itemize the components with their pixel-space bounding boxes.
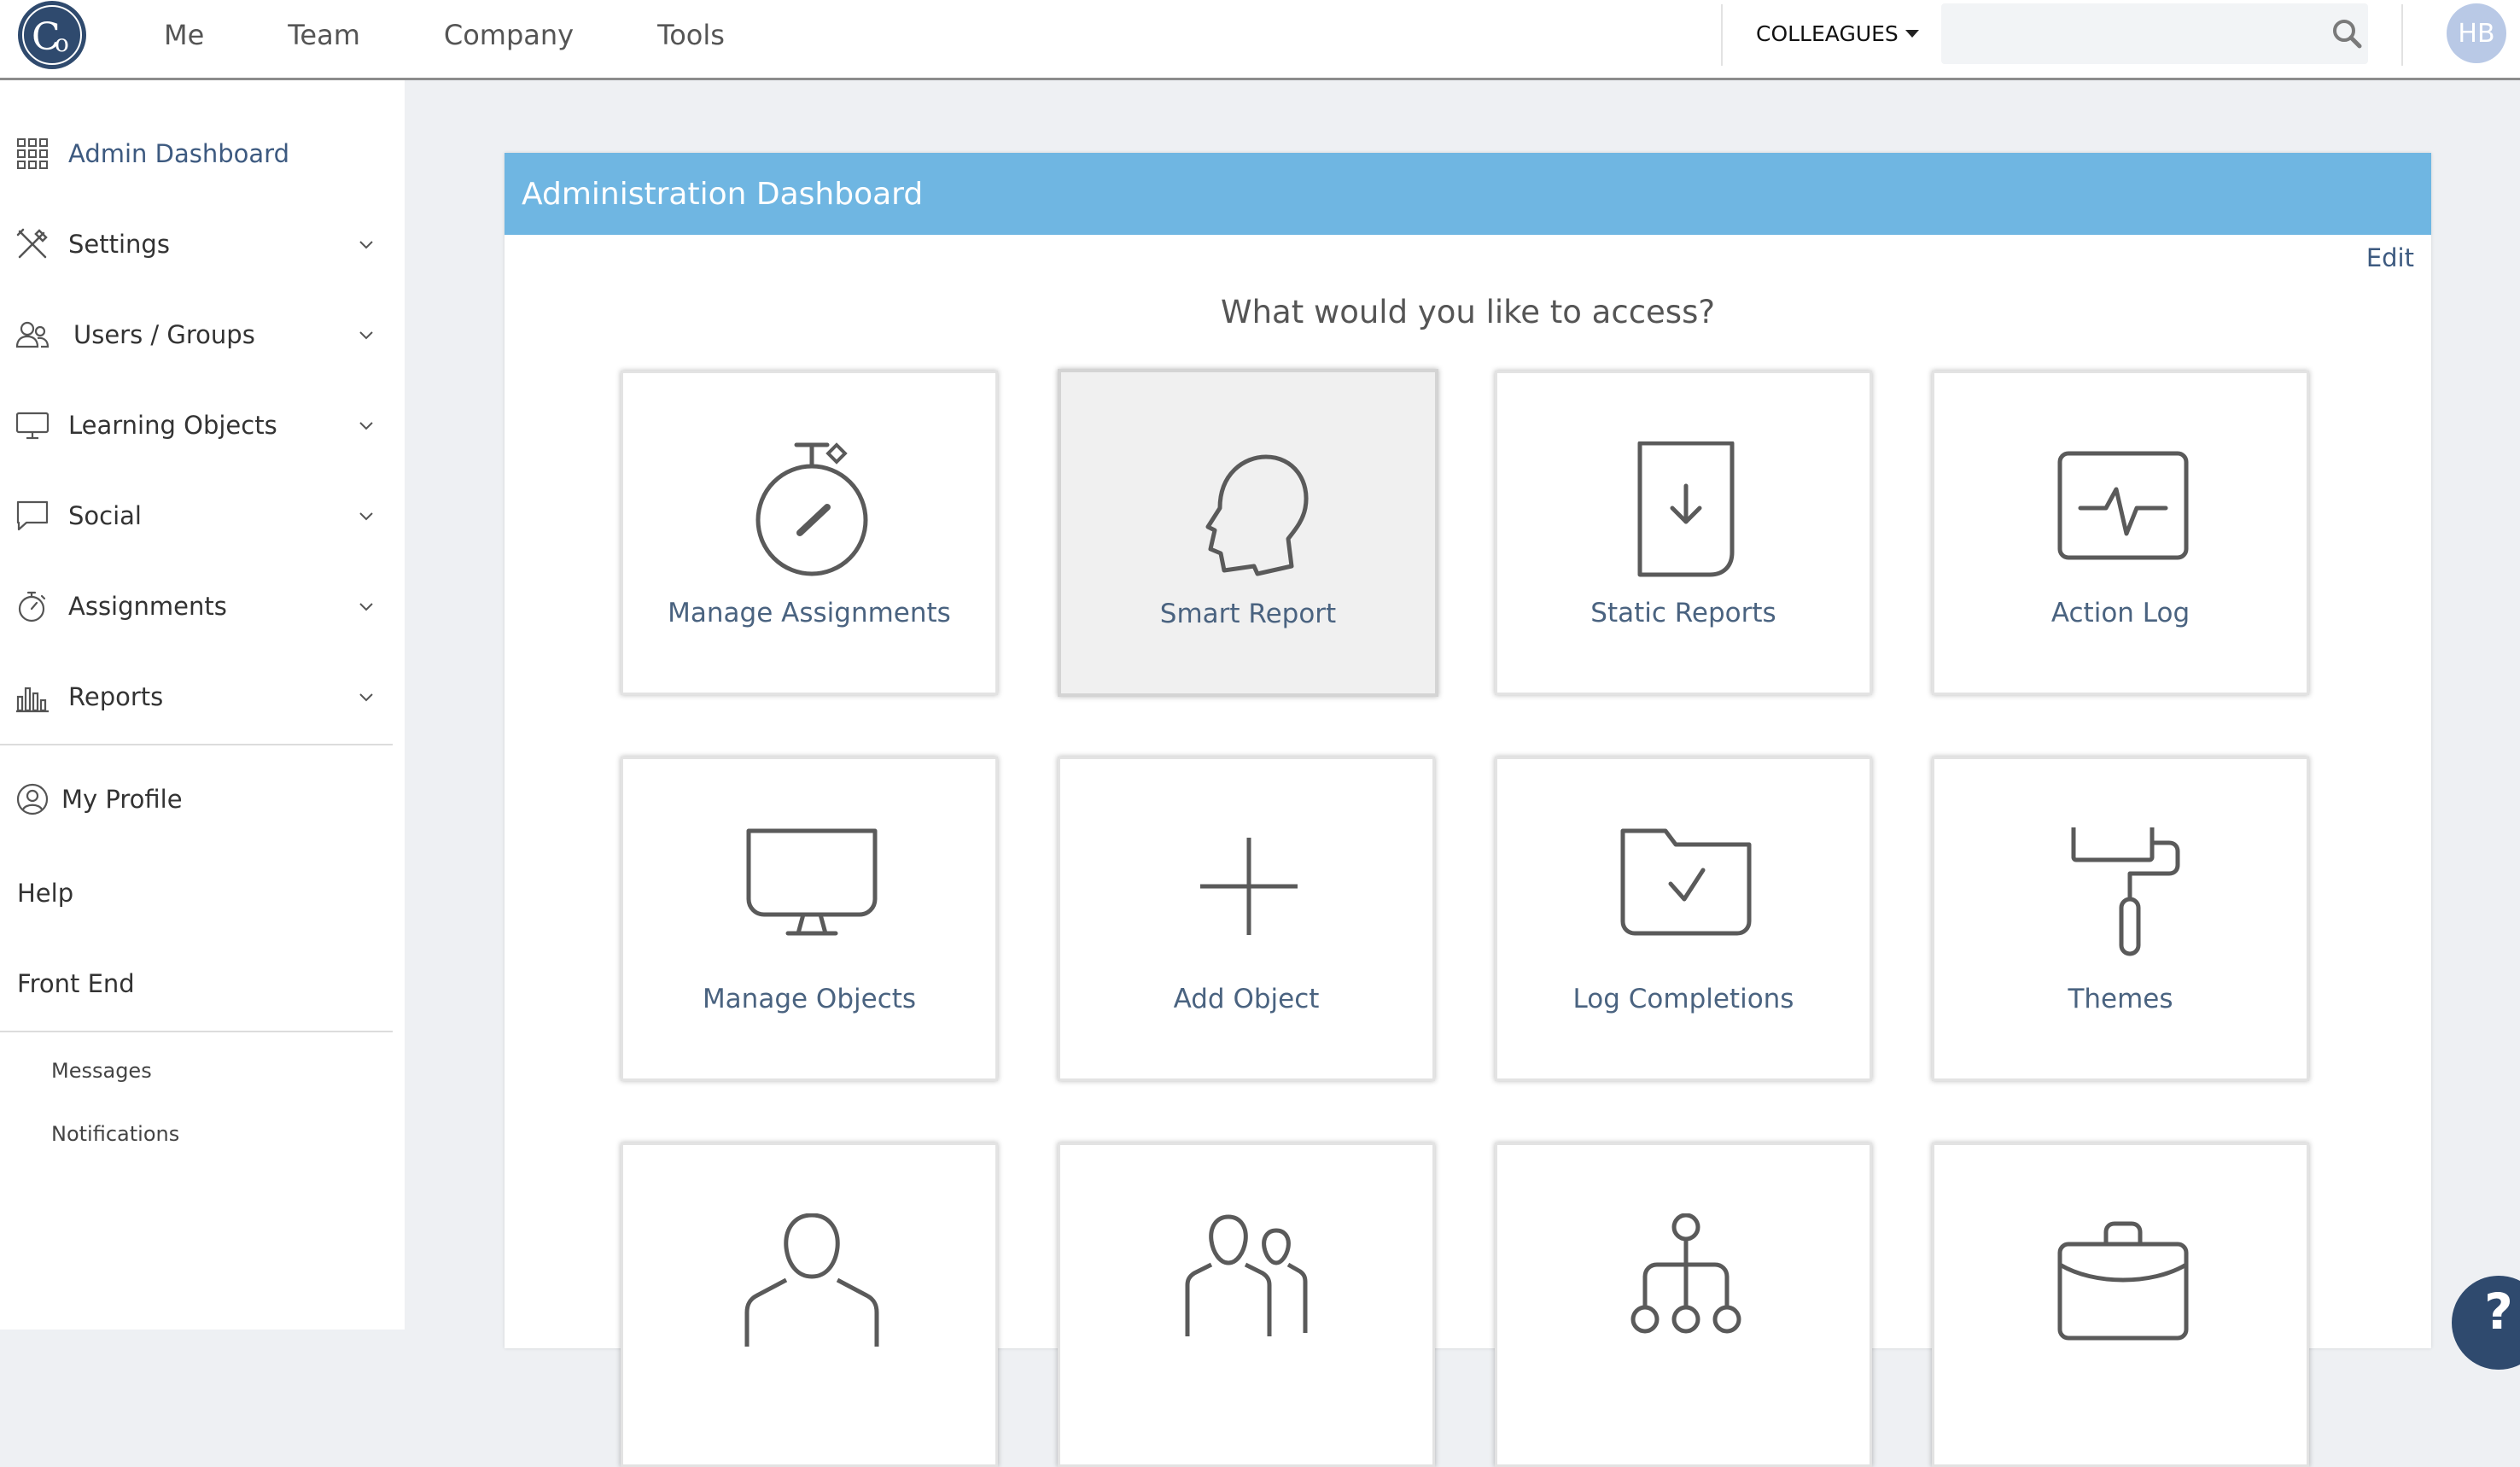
svg-text:o: o [55, 29, 69, 57]
tile-users[interactable] [621, 1143, 998, 1467]
top-navigation-bar: C o Me Team Company Tools COLLEAGUES HB [0, 0, 2520, 80]
sidebar-item-label: Users / Groups [73, 320, 255, 349]
colleagues-dropdown[interactable]: COLLEAGUES [1756, 0, 1919, 67]
tile-label: Themes [2068, 984, 2173, 1014]
tile-action-log[interactable]: Action Log [1932, 371, 2309, 695]
download-document-icon [1637, 441, 1735, 577]
main-nav: Me Team Company Tools [164, 0, 808, 70]
nav-link-team[interactable]: Team [288, 19, 360, 51]
head-icon [1205, 454, 1309, 576]
nav-divider [2401, 4, 2403, 66]
sidebar-item-label: Front End [17, 969, 135, 998]
sidebar-item-learning-objects[interactable]: Learning Objects [0, 391, 393, 459]
chevron-down-icon [359, 241, 373, 249]
sidebar-item-label: My Profile [61, 785, 183, 814]
sidebar-item-label: Admin Dashboard [68, 139, 289, 168]
sidebar: Admin Dashboard Settings Users / Groups [0, 80, 405, 1330]
tile-groups[interactable] [1058, 1143, 1435, 1467]
caret-down-icon [1905, 29, 1919, 38]
sidebar-item-users-groups[interactable]: Users / Groups [0, 301, 393, 369]
sidebar-link-messages[interactable]: Messages [51, 1059, 152, 1083]
nav-link-tools[interactable]: Tools [657, 19, 725, 51]
plus-icon [1200, 838, 1298, 935]
activity-pulse-icon [2057, 451, 2189, 560]
company-logo-icon[interactable]: C o [17, 0, 87, 70]
sidebar-item-settings[interactable]: Settings [0, 210, 393, 278]
tile-manage-assignments[interactable]: Manage Assignments [621, 371, 998, 695]
tile-label: Manage Objects [702, 984, 917, 1014]
administration-dashboard-panel: Administration Dashboard Edit What would… [505, 153, 2431, 1467]
monitor-icon [15, 412, 50, 440]
sidebar-item-assignments[interactable]: Assignments [0, 572, 393, 640]
tile-label: Static Reports [1590, 598, 1776, 628]
search-icon[interactable] [2330, 17, 2363, 50]
group-icon [1185, 1214, 1308, 1336]
sidebar-item-label: Settings [68, 230, 170, 259]
sidebar-item-label: Reports [68, 682, 164, 711]
nav-divider [1721, 4, 1723, 66]
stopwatch-icon [755, 442, 868, 576]
sidebar-divider [0, 744, 393, 745]
tile-log-completions[interactable]: Log Completions [1495, 757, 1872, 1081]
sidebar-link-notifications[interactable]: Notifications [51, 1122, 179, 1146]
sidebar-item-label: Social [68, 501, 142, 530]
tile-label: Manage Assignments [668, 598, 951, 628]
tile-themes[interactable]: Themes [1932, 757, 2309, 1081]
user-circle-icon [16, 783, 49, 815]
tile-label: Action Log [2050, 598, 2190, 628]
chat-bubble-icon [16, 500, 49, 531]
hierarchy-icon [1630, 1213, 1741, 1334]
chevron-down-icon [359, 603, 373, 611]
tile-manage-objects[interactable]: Manage Objects [621, 757, 998, 1081]
chevron-down-icon [359, 331, 373, 340]
sidebar-item-reports[interactable]: Reports [0, 663, 393, 731]
sidebar-item-admin-dashboard[interactable]: Admin Dashboard [0, 120, 393, 188]
chevron-down-icon [359, 422, 373, 430]
sidebar-divider [0, 1031, 393, 1032]
tile-org-chart[interactable] [1495, 1143, 1872, 1467]
nav-link-me[interactable]: Me [164, 19, 204, 51]
tools-icon [16, 228, 48, 259]
bar-chart-icon [16, 687, 49, 713]
tile-briefcase[interactable] [1932, 1143, 2309, 1467]
chevron-down-icon [359, 512, 373, 521]
sidebar-item-label: Learning Objects [68, 411, 277, 440]
colleagues-label: COLLEAGUES [1756, 20, 1899, 46]
tile-smart-report[interactable]: Smart Report [1058, 369, 1438, 697]
briefcase-icon [2057, 1221, 2189, 1341]
users-icon [15, 321, 50, 348]
user-icon [744, 1213, 879, 1347]
tile-label: Smart Report [1159, 599, 1337, 629]
sidebar-item-front-end[interactable]: Front End [0, 950, 393, 1018]
panel-title: Administration Dashboard [522, 176, 924, 212]
sidebar-item-label: Help [17, 879, 74, 908]
tile-add-object[interactable]: Add Object [1058, 757, 1435, 1081]
user-avatar[interactable]: HB [2447, 3, 2506, 63]
nav-link-company[interactable]: Company [444, 19, 574, 51]
sidebar-item-help[interactable]: Help [0, 859, 393, 927]
tile-static-reports[interactable]: Static Reports [1495, 371, 1872, 695]
panel-header: Administration Dashboard [505, 153, 2431, 235]
chevron-down-icon [359, 693, 373, 702]
tile-label: Add Object [1173, 984, 1320, 1014]
tile-label: Log Completions [1572, 984, 1794, 1014]
paint-roller-icon [2071, 827, 2180, 956]
sidebar-item-social[interactable]: Social [0, 482, 393, 550]
edit-link[interactable]: Edit [2366, 243, 2414, 272]
stopwatch-icon [18, 591, 46, 622]
help-chat-button[interactable]: ? [2452, 1276, 2520, 1370]
folder-check-icon [1620, 828, 1752, 936]
sidebar-item-label: Assignments [68, 592, 227, 621]
grid-icon [17, 138, 48, 169]
search-input[interactable] [1941, 3, 2368, 64]
sidebar-item-my-profile[interactable]: My Profile [0, 765, 393, 833]
monitor-icon [746, 828, 878, 936]
access-prompt: What would you like to access? [1220, 294, 1715, 330]
